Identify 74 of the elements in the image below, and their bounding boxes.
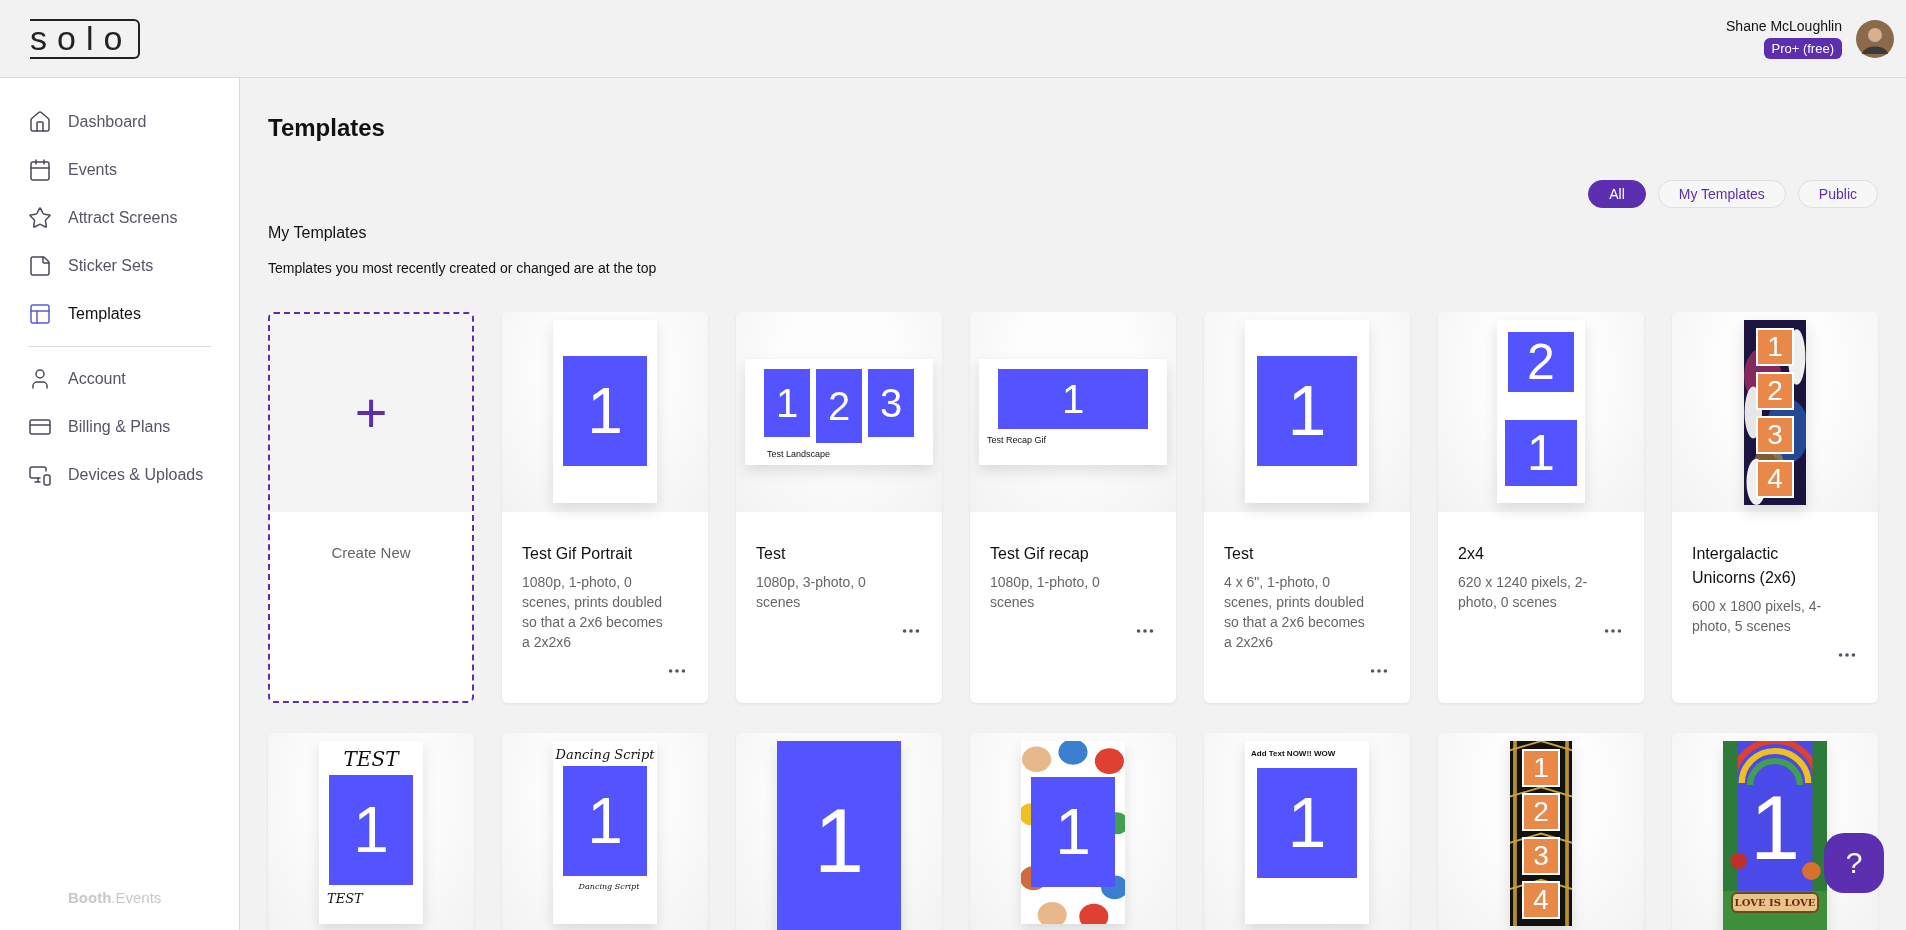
preview-heading: TEST [343, 747, 399, 771]
template-description: 620 x 1240 pixels, 2-photo, 0 scenes [1458, 573, 1589, 612]
template-card[interactable]: TEST 1 TEST [268, 733, 474, 930]
photo-frame: 2 [1508, 332, 1574, 392]
create-new-card[interactable]: + Create New [268, 312, 474, 703]
photo-frame: 3 [868, 369, 914, 437]
page-title: Templates [268, 114, 386, 142]
template-title: Intergalactic Unicorns (2x6) [1692, 544, 1798, 588]
nav-item[interactable]: Account [28, 355, 239, 403]
template-description: 1080p, 3-photo, 0 scenes [756, 573, 867, 612]
filter-tab[interactable]: All [1588, 180, 1646, 208]
plus-icon: + [354, 385, 388, 441]
photo-frame: 1 [998, 369, 1148, 429]
template-card[interactable]: 2 1 2x4 620 x 1240 pixels, 2-photo, 0 scenes [1438, 312, 1644, 703]
create-new-label: Create New [330, 544, 412, 561]
preview-banner: LOVE IS LOVE [1731, 892, 1819, 913]
template-card[interactable]: Add Text NOW!! WOW 1 [1204, 733, 1410, 930]
nav-item[interactable]: Dashboard [28, 98, 239, 146]
photo-frame: 1 [1505, 420, 1577, 486]
photo-frame: 1 [1257, 356, 1357, 466]
template-title: Test Gif Portrait [522, 544, 634, 564]
photo-frame: 1 [764, 369, 810, 437]
template-card[interactable]: Dancing Script 1 Dancing Script [502, 733, 708, 930]
template-card[interactable]: 1 2 3 4 Intergalactic Unicorns (2x6) 600 x 1800 pixels, 4-photo, 5 scenes [1672, 312, 1878, 703]
template-title: 2x4 [1458, 544, 1485, 564]
photo-frame: 3 [1522, 837, 1560, 875]
template-title: Test Gif recap [990, 544, 1090, 564]
photo-frame: 1 [563, 356, 647, 466]
template-card[interactable]: 1 [736, 733, 942, 930]
photo-frame: 1 [1257, 768, 1357, 878]
template-card[interactable]: 1 [970, 733, 1176, 930]
photo-frame: 4 [1522, 881, 1560, 919]
section-subtitle: Templates you most recently created or changed are at the top [268, 260, 658, 276]
photo-frame: 1 [1031, 777, 1115, 887]
plan-badge: Pro+ (free) [1763, 38, 1842, 59]
section-title: My Templates [268, 224, 368, 242]
nav-item[interactable]: Billing & Plans [28, 403, 239, 451]
photo-frame: 2 [1522, 793, 1560, 831]
photo-frame: 1 [777, 741, 901, 930]
photo-frame: 1 [1522, 749, 1560, 787]
template-card[interactable]: 1 Test 4 x 6", 1-photo, 0 scenes, prints doubled so that a 2x6 becomes a 2x2x6 [1204, 312, 1410, 703]
photo-frame: 2 [1756, 372, 1794, 410]
filter-tab[interactable]: Public [1797, 180, 1878, 208]
template-card[interactable]: 1 2 3 Test Landscape Test 1080p, 3-photo, 0 scenes [736, 312, 942, 703]
photo-frame: 2 [816, 369, 862, 443]
template-description: 600 x 1800 pixels, 4-photo, 5 scenes [1692, 597, 1823, 636]
preview-heading: Dancing Script [555, 747, 655, 762]
photo-frame: 1 [1756, 328, 1794, 366]
nav-item[interactable]: Templates [28, 290, 239, 338]
nav-item[interactable]: Sticker Sets [28, 242, 239, 290]
nav-item[interactable]: Devices & Uploads [28, 451, 239, 499]
preview-caption: Test Landscape [767, 449, 831, 459]
template-card[interactable]: 1 Test Recap Gif Test Gif recap 1080p, 1-photo, 0 scenes [970, 312, 1176, 703]
template-card[interactable]: 1 Test Gif Portrait 1080p, 1-photo, 0 scenes, prints doubled so that a 2x6 becomes a 2x2x6 [502, 312, 708, 703]
preview-caption: Dancing Script [578, 882, 640, 891]
logo[interactable]: solo [30, 18, 141, 59]
preview-heading: Add Text NOW!! WOW [1251, 749, 1336, 758]
nav-item[interactable]: Events [28, 146, 239, 194]
photo-frame: 1 [563, 766, 647, 876]
photo-frame: 1 [329, 775, 413, 885]
user-name: Shane McLoughlin [1726, 18, 1842, 34]
template-description: 1080p, 1-photo, 0 scenes, prints doubled so that a 2x6 becomes a 2x2x6 [522, 573, 664, 652]
nav-item[interactable]: Attract Screens [28, 194, 239, 242]
preview-caption: TEST [327, 891, 363, 906]
template-title: Test [1224, 544, 1255, 564]
template-title: Test [756, 544, 787, 564]
template-description: 4 x 6", 1-photo, 0 scenes, prints doubled so that a 2x6 becomes a 2x2x6 [1224, 573, 1366, 652]
preview-caption: Test Recap Gif [987, 435, 1047, 445]
frame-number: 1 [1749, 777, 1801, 880]
photo-frame: 4 [1756, 460, 1794, 498]
filter-tab[interactable]: My Templates [1657, 180, 1786, 208]
template-description: 1080p, 1-photo, 0 scenes [990, 573, 1101, 612]
photo-frame: 3 [1756, 416, 1794, 454]
help-button[interactable]: ? [1824, 833, 1884, 893]
